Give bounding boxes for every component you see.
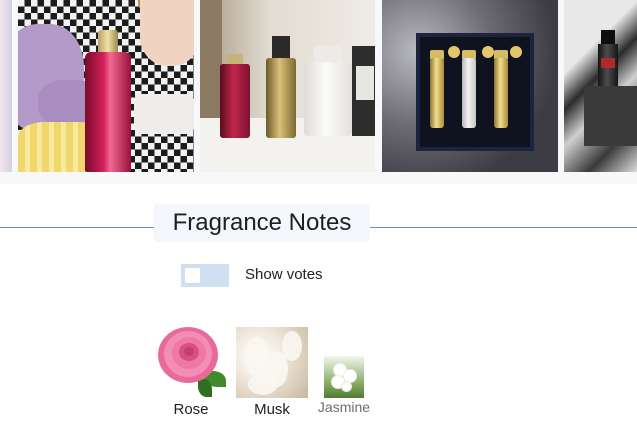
- note-musk[interactable]: Musk: [236, 327, 308, 418]
- jasmine-image: [324, 356, 364, 398]
- gallery-photo-1[interactable]: [0, 0, 12, 172]
- musk-image: [236, 327, 308, 398]
- note-label: Jasmine: [317, 399, 371, 415]
- toggle-knob: [185, 268, 200, 283]
- section-title: Fragrance Notes: [154, 204, 370, 242]
- note-label: Musk: [254, 401, 290, 418]
- show-votes-label: Show votes: [245, 266, 323, 283]
- rose-image: [152, 321, 230, 398]
- gallery-photo-2[interactable]: [18, 0, 194, 172]
- gallery-photo-5[interactable]: [564, 0, 637, 172]
- show-votes-toggle[interactable]: [181, 264, 229, 287]
- gallery-photo-3[interactable]: [200, 0, 375, 172]
- note-jasmine[interactable]: Jasmine: [312, 356, 376, 415]
- gallery-photo-4[interactable]: [382, 0, 558, 172]
- note-label: Rose: [173, 401, 209, 418]
- photo-gallery: [0, 0, 637, 184]
- note-rose[interactable]: Rose: [152, 321, 230, 418]
